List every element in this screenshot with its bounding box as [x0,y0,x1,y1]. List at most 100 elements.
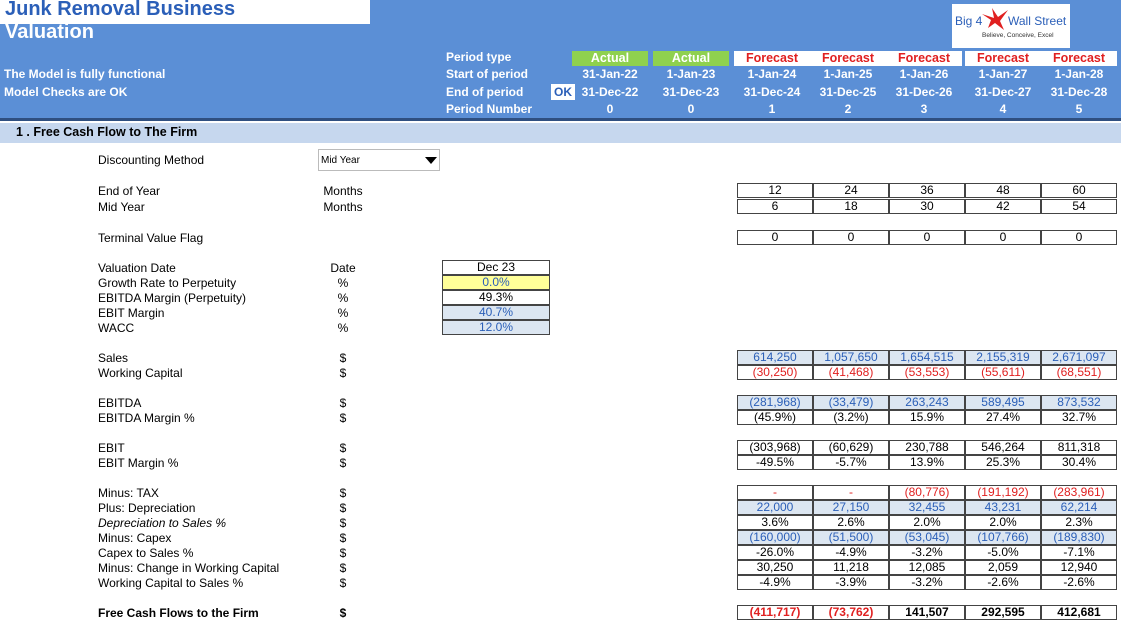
wacc-input[interactable]: 12.0% [442,320,550,335]
ebitda-unit: $ [339,396,347,410]
period-type-label: Period type [446,50,512,64]
period-start-cell: 31-Jan-22 [582,67,638,81]
ebit-cell: 811,318 [1041,440,1117,455]
ebitda-cell: (281,968) [737,395,813,410]
end-of-year-cell: 24 [813,183,889,198]
period-type-cell: Forecast [886,51,962,66]
dep-to-sales-cell: 2.0% [889,515,965,530]
wc-to-sales-cell: -4.9% [737,575,813,590]
working-capital-cell: (41,468) [813,365,889,380]
terminal-value-flag-label: Terminal Value Flag [98,231,204,245]
page-subtitle: Valuation [5,21,94,43]
period-start-cell: 1-Jan-26 [899,67,949,81]
period-type-cell: Forecast [965,51,1041,66]
discounting-method-dropdown[interactable]: Mid Year [318,149,440,171]
ebit-cell: (60,629) [813,440,889,455]
growth-rate-label: Growth Rate to Perpetuity [98,276,237,290]
valuation-date-label: Valuation Date [98,261,176,275]
dep-to-sales-label: Depreciation to Sales % [98,516,227,530]
growth-rate-input[interactable]: 0.0% [442,275,550,290]
capex-label: Minus: Capex [98,531,172,545]
valuation-date-input[interactable]: Dec 23 [442,260,550,275]
end-of-year-unit: Months [323,184,363,198]
period-number-cell: 0 [687,102,695,116]
mid-year-cell: 18 [813,199,889,214]
period-type-cell: Forecast [810,51,886,66]
ebitda-margin-perpetuity-unit: % [337,291,349,305]
ebitda-cell: 263,243 [889,395,965,410]
period-end-label: End of period [446,85,524,99]
end-of-year-cell: 60 [1041,183,1117,198]
period-type-cell: Actual [653,51,729,66]
sales-label: Sales [98,351,129,365]
capex-to-sales-cell: -3.2% [889,545,965,560]
tax-cell: - [813,485,889,500]
capex-to-sales-label: Capex to Sales % [98,546,194,560]
period-number-cell: 0 [606,102,614,116]
working-capital-cell: (30,250) [737,365,813,380]
sales-cell: 614,250 [737,350,813,365]
ebit-margin-cell: 25.3% [965,455,1041,470]
ebit-margin-input[interactable]: 40.7% [442,305,550,320]
end-of-year-cell: 48 [965,183,1041,198]
sales-cell: 2,155,319 [965,350,1041,365]
wc-to-sales-cell: -3.9% [813,575,889,590]
tax-cell: (80,776) [889,485,965,500]
ebitda-label: EBITDA [98,396,142,410]
capex-cell: (189,830) [1041,530,1117,545]
period-end-cell: 31-Dec-28 [1050,85,1108,99]
ebit-label: EBIT [98,441,125,455]
wacc-unit: % [337,321,349,335]
wc-to-sales-cell: -2.6% [965,575,1041,590]
capex-cell: (51,500) [813,530,889,545]
change-wc-unit: $ [339,561,347,575]
depreciation-label: Plus: Depreciation [98,501,196,515]
working-capital-cell: (68,551) [1041,365,1117,380]
terminal-flag-cell: 0 [813,230,889,245]
period-number-cell: 5 [1075,102,1083,116]
model-status: The Model is fully functional [4,67,166,81]
period-end-cell: 31-Dec-22 [581,85,639,99]
change-wc-cell: 2,059 [965,560,1041,575]
mid-year-unit: Months [323,200,363,214]
capex-unit: $ [339,531,347,545]
ebit-margin-unit: $ [339,456,347,470]
ebit-margin-cell: -49.5% [737,455,813,470]
ebitda-margin-cell: (3.2%) [813,410,889,425]
period-start-cell: 1-Jan-27 [978,67,1028,81]
period-end-cell: 31-Dec-26 [895,85,953,99]
terminal-flag-cell: 0 [889,230,965,245]
ebitda-margin-cell: 27.4% [965,410,1041,425]
capex-to-sales-cell: -7.1% [1041,545,1117,560]
logo-text-right: Wall Street [1008,14,1067,28]
ebit-cell: 546,264 [965,440,1041,455]
mid-year-cell: 30 [889,199,965,214]
chevron-down-icon[interactable] [425,157,437,164]
sales-cell: 2,671,097 [1041,350,1117,365]
sales-unit: $ [339,351,347,365]
period-type-cell: Forecast [734,51,810,66]
change-wc-cell: 30,250 [737,560,813,575]
dep-to-sales-cell: 3.6% [737,515,813,530]
fcff-cell: 412,681 [1041,605,1117,620]
period-type-cell: Forecast [1041,51,1117,66]
capex-to-sales-cell: -5.0% [965,545,1041,560]
wc-to-sales-cell: -3.2% [889,575,965,590]
capex-to-sales-unit: $ [339,546,347,560]
tax-label: Minus: TAX [98,486,159,500]
capex-cell: (107,766) [965,530,1041,545]
ebit-margin-unit: % [337,306,349,320]
period-start-cell: 1-Jan-23 [666,67,716,81]
depreciation-cell: 62,214 [1041,500,1117,515]
capex-to-sales-cell: -26.0% [737,545,813,560]
ebitda-margin-perpetuity-label: EBITDA Margin (Perpetuity) [98,291,247,305]
end-of-year-cell: 12 [737,183,813,198]
capex-cell: (160,000) [737,530,813,545]
growth-rate-unit: % [337,276,349,290]
depreciation-cell: 43,231 [965,500,1041,515]
terminal-flag-cell: 0 [965,230,1041,245]
ebit-margin-cell: -5.7% [813,455,889,470]
ebitda-margin-cell: 15.9% [889,410,965,425]
dropdown-value: Mid Year [321,155,360,166]
dep-to-sales-unit: $ [339,516,347,530]
